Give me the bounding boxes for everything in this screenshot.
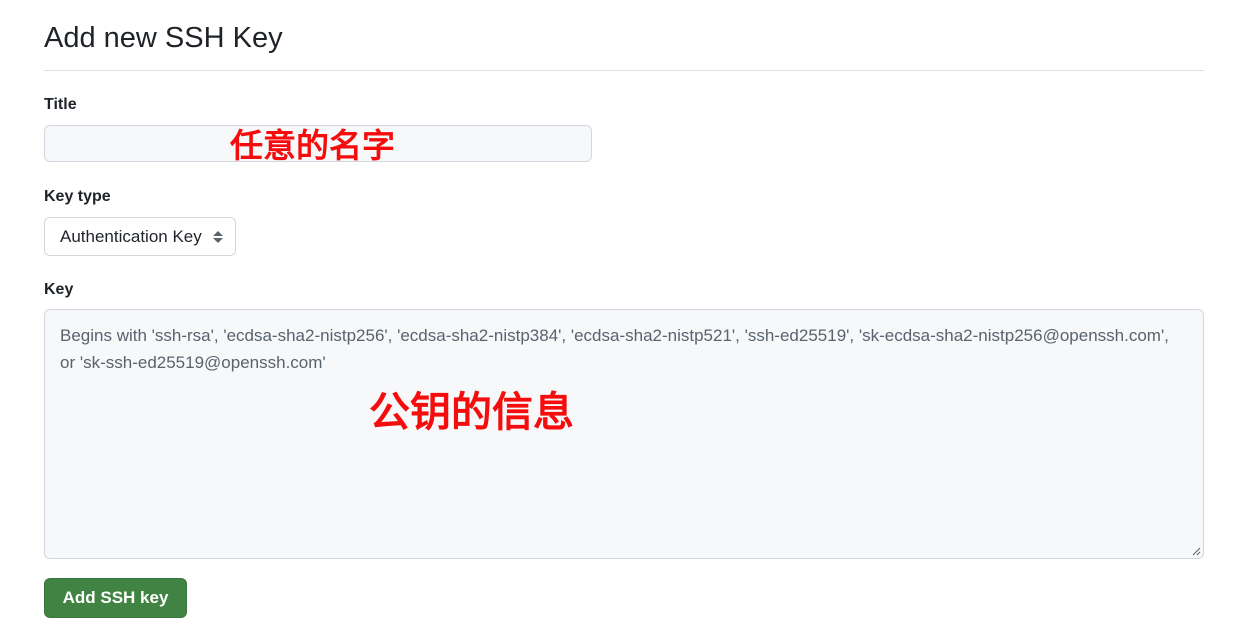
key-type-selected-value: Authentication Key: [60, 226, 202, 246]
key-type-select[interactable]: Authentication Key: [44, 217, 236, 256]
title-annotation: 任意的名字: [230, 126, 395, 165]
select-arrows-icon: [213, 230, 223, 243]
page-title: Add new SSH Key: [44, 22, 283, 54]
key-textarea-placeholder: Begins with 'ssh-rsa', 'ecdsa-sha2-nistp…: [60, 326, 1169, 372]
key-annotation: 公钥的信息: [369, 388, 574, 436]
key-label: Key: [44, 281, 74, 298]
add-ssh-key-button[interactable]: Add SSH key: [44, 578, 187, 618]
key-textarea[interactable]: Begins with 'ssh-rsa', 'ecdsa-sha2-nistp…: [44, 309, 1204, 559]
title-label: Title: [44, 96, 77, 113]
title-divider: [44, 70, 1204, 71]
key-type-label: Key type: [44, 188, 111, 205]
resize-grip-icon[interactable]: [1191, 546, 1201, 556]
